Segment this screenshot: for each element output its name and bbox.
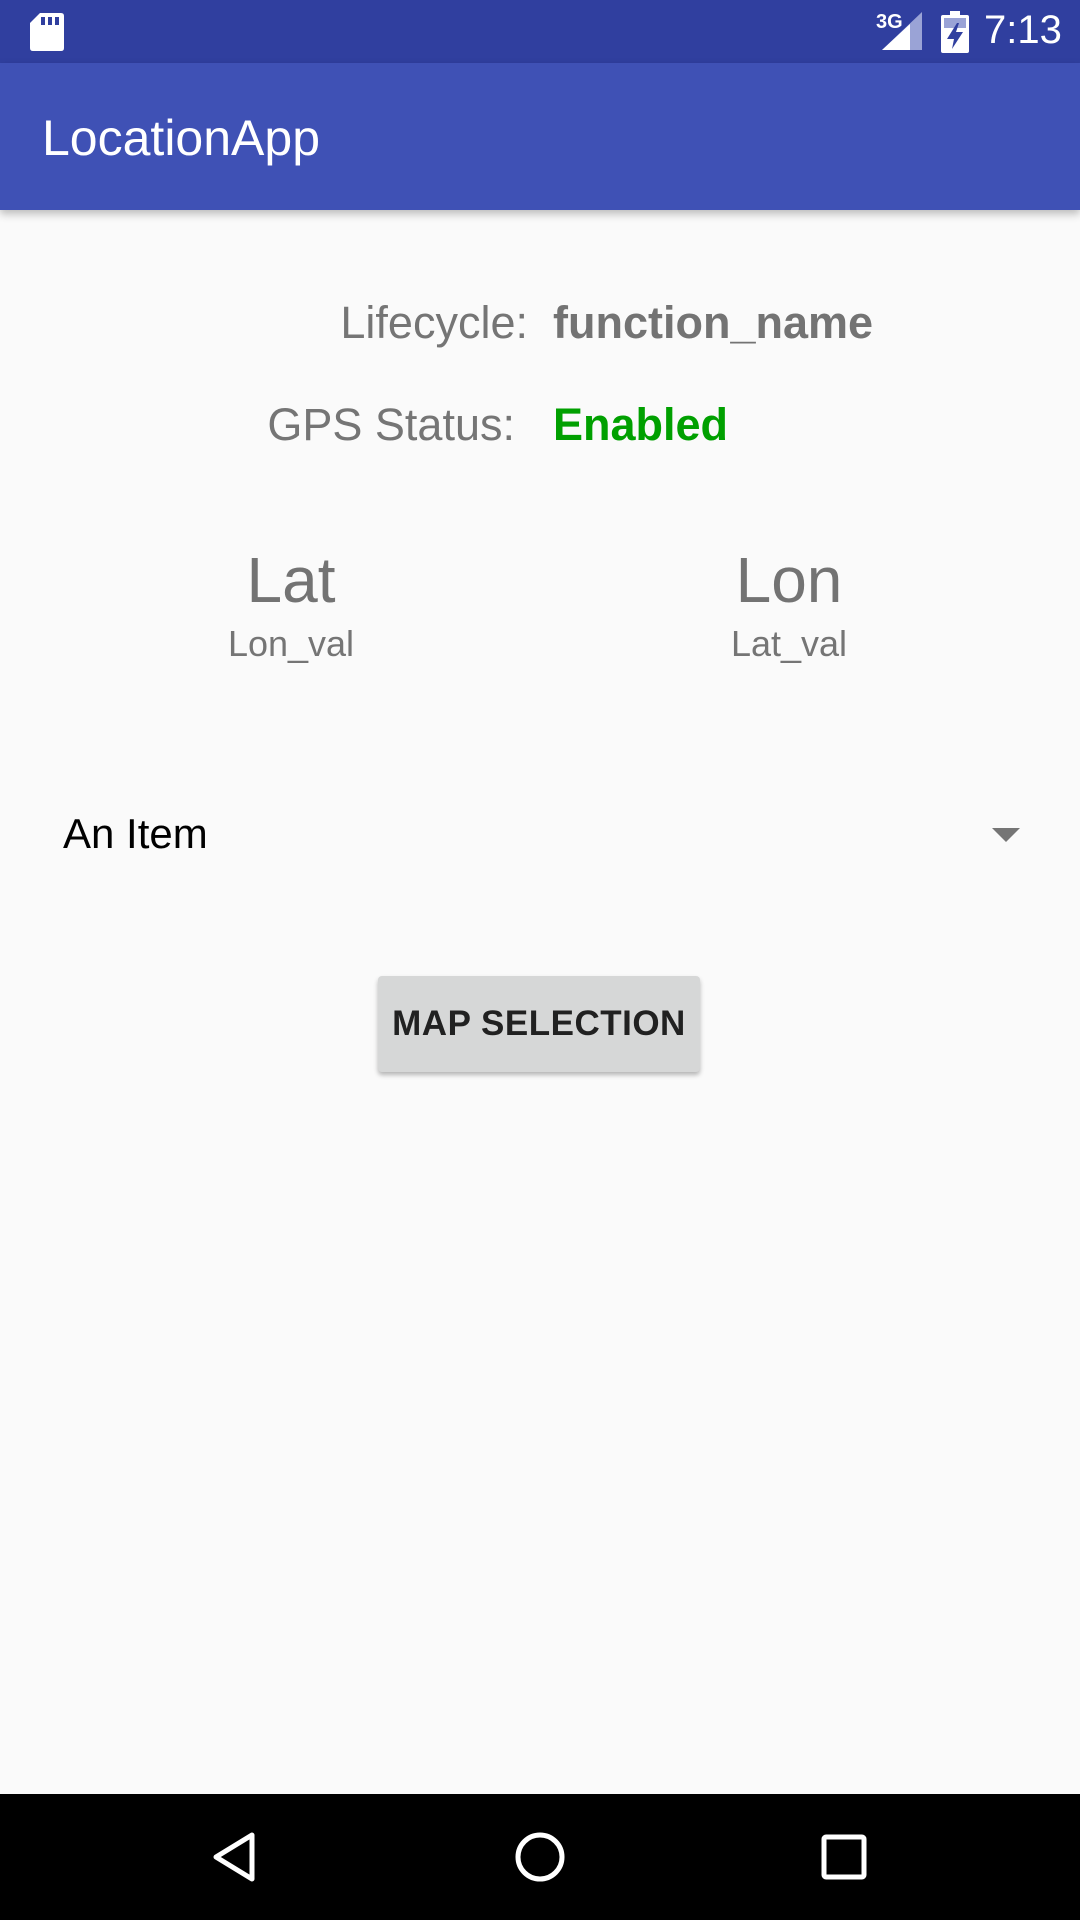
app-bar: LocationApp xyxy=(0,63,1080,210)
gps-status-value: Enabled xyxy=(553,399,729,450)
status-bar: 3G 7:13 xyxy=(0,0,1080,63)
latitude-block: Lat Lon_val xyxy=(141,540,441,666)
item-spinner[interactable]: An Item xyxy=(40,790,1040,880)
latitude-title: Lat xyxy=(246,544,336,616)
gps-status-label: GPS Status: xyxy=(267,399,515,450)
sd-card-icon xyxy=(30,13,64,51)
spinner-selected-value: An Item xyxy=(63,810,208,857)
longitude-block: Lon Lat_val xyxy=(639,540,939,666)
back-icon[interactable] xyxy=(200,1822,270,1892)
signal-icon xyxy=(882,12,922,50)
latitude-value: Lon_val xyxy=(227,623,355,664)
map-selection-button-label: MAP SELECTION xyxy=(392,1004,686,1043)
screen: 3G 7:13 LocationApp Lifecycle: function_… xyxy=(0,0,1080,1920)
battery-charging-icon xyxy=(941,11,969,53)
recents-icon[interactable] xyxy=(809,1822,879,1892)
status-clock: 7:13 xyxy=(984,8,1062,52)
app-title: LocationApp xyxy=(42,110,321,166)
lifecycle-label: Lifecycle: xyxy=(340,297,528,348)
lifecycle-value: function_name xyxy=(553,297,874,348)
longitude-value: Lat_val xyxy=(730,623,848,664)
navigation-bar xyxy=(0,1794,1080,1920)
dropdown-arrow-icon xyxy=(992,828,1020,842)
home-icon[interactable] xyxy=(505,1822,575,1892)
longitude-title: Lon xyxy=(735,544,843,616)
map-selection-button[interactable]: MAP SELECTION xyxy=(378,976,700,1072)
